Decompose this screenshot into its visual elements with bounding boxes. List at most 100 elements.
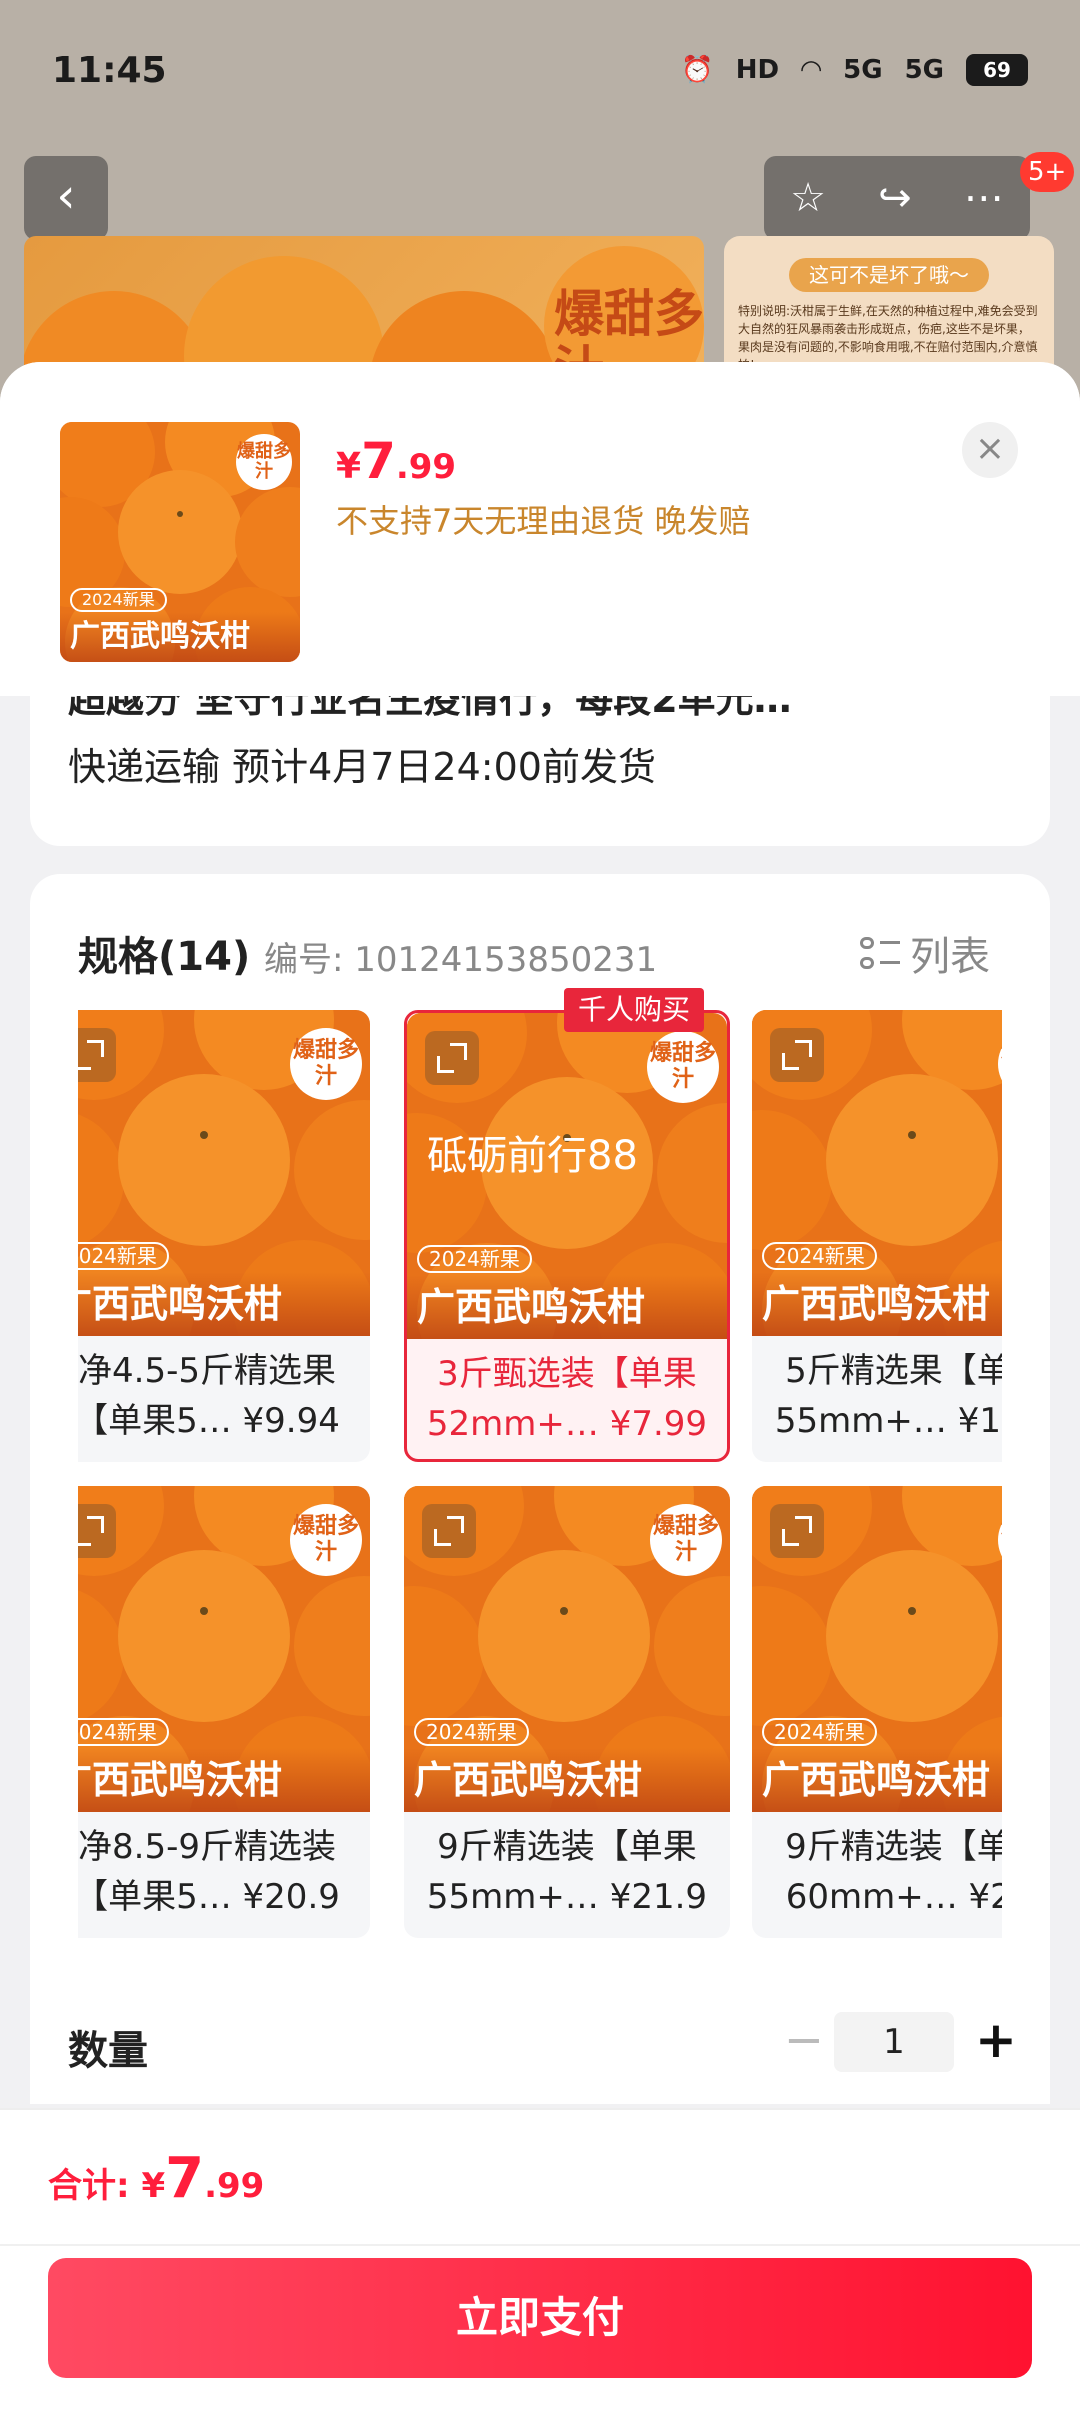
- thumbnail-title: 广西武鸣沃柑: [60, 612, 300, 662]
- tile-title: 广西武鸣沃柑: [78, 1748, 370, 1812]
- delivery-card: 超越分 坚守行业名生疫情行，每段2单元… 快递运输 预计4月7日24:00前发货: [30, 696, 1050, 846]
- expand-icon[interactable]: [422, 1504, 476, 1558]
- spec-tile[interactable]: 爆甜多汁 2024新果 广西武鸣沃柑 5斤精选果【单果 55mm+… ¥12.9: [752, 1010, 1002, 1462]
- list-icon: [860, 933, 900, 973]
- close-icon[interactable]: ×: [962, 422, 1018, 478]
- signal-5g-label-2: 5G: [904, 55, 944, 85]
- total-price: 合计: ¥7.99: [48, 2146, 264, 2211]
- tile-image: 爆甜多汁 2024新果 广西武鸣沃柑: [78, 1486, 370, 1812]
- spec-code: 编号: 10124153850231: [264, 940, 658, 980]
- total-currency: ¥: [141, 2166, 166, 2206]
- tile-year: 2024新果: [762, 1718, 877, 1746]
- signal-5g-label-1: 5G: [843, 55, 883, 85]
- tile-caption: 3斤甄选装【单果 52mm+… ¥7.99: [407, 1349, 727, 1449]
- tile-caption-line1: 净8.5-9斤精选装: [78, 1827, 336, 1867]
- message-count-badge: 5+: [1020, 152, 1075, 192]
- price-integer: 7: [361, 432, 396, 490]
- status-time: 11:45: [52, 49, 167, 91]
- footer-divider: [0, 2244, 1080, 2246]
- tile-caption-line2: 60mm+… ¥23.: [785, 1877, 1002, 1917]
- spec-tile-selected[interactable]: 爆甜多汁 2024新果 广西武鸣沃柑 砥砺前行88 3斤甄选装【单果 52mm+…: [404, 1010, 730, 1462]
- expand-icon[interactable]: [78, 1028, 116, 1082]
- expand-icon[interactable]: [78, 1504, 116, 1558]
- tile-tag: 爆甜多汁: [647, 1031, 719, 1103]
- popular-badge: 千人购买: [564, 988, 705, 1032]
- tile-caption: 5斤精选果【单果 55mm+… ¥12.9: [752, 1346, 1002, 1446]
- tile-title: 广西武鸣沃柑: [78, 1272, 370, 1336]
- tile-caption-line1: 9斤精选装【单果: [785, 1827, 1002, 1867]
- list-view-toggle[interactable]: 列表: [860, 924, 990, 982]
- tile-art: 爆甜多汁 2024新果 广西武鸣沃柑: [78, 1010, 370, 1336]
- spec-grid: 爆甜多汁 2024新果 广西武鸣沃柑 净4.5-5斤精选果 【单果5… ¥9.9…: [78, 1010, 1002, 1986]
- delivery-estimate: 快递运输 预计4月7日24:00前发货: [68, 745, 656, 789]
- total-integer: 7: [165, 2146, 205, 2211]
- tile-tag: 爆甜多汁: [290, 1504, 362, 1576]
- price-decimal: .99: [395, 447, 457, 487]
- tile-caption-line1: 净4.5-5斤精选果: [78, 1351, 336, 1391]
- tile-caption-line2: 52mm+… ¥7.99: [426, 1404, 708, 1444]
- tile-image: 爆甜多汁 2024新果 广西武鸣沃柑: [78, 1010, 370, 1336]
- expand-icon[interactable]: [770, 1028, 824, 1082]
- spec-title: 规格(14): [78, 934, 251, 980]
- tile-year: 2024新果: [78, 1242, 169, 1270]
- spec-tile[interactable]: 爆甜多汁 2024新果 广西武鸣沃柑 9斤精选装【单果 60mm+… ¥23.: [752, 1486, 1002, 1938]
- expand-icon[interactable]: [770, 1504, 824, 1558]
- tile-title: 广西武鸣沃柑: [752, 1272, 1002, 1336]
- spec-selection-sheet: 爆甜多汁 2024新果 广西武鸣沃柑 ¥7.99 不支持7天无理由退货 晚发赔 …: [0, 362, 1080, 2412]
- tile-year: 2024新果: [414, 1718, 529, 1746]
- delivery-cut-text: 超越分 坚守行业名生疫情行，每段2单元…: [68, 696, 792, 721]
- tile-title: 广西武鸣沃柑: [404, 1748, 730, 1812]
- tile-tag: 爆甜多汁: [650, 1504, 722, 1576]
- tile-title: 广西武鸣沃柑: [407, 1275, 727, 1339]
- tile-caption-line2: 【单果5… ¥20.9: [78, 1877, 340, 1917]
- thumbnail-art: 爆甜多汁 2024新果 广西武鸣沃柑: [60, 422, 300, 662]
- battery-icon: 69: [966, 54, 1028, 86]
- background-page: 11:45 ⏰ HD ◠ 5G 5G 69 ‹ ☆ ↪ ⋯ 5+ 爆甜多汁 这可…: [0, 0, 1080, 420]
- tile-caption-line2: 55mm+… ¥12.9: [774, 1401, 1002, 1441]
- total-decimal: .99: [204, 2166, 265, 2206]
- tile-year: 2024新果: [417, 1245, 532, 1273]
- tile-year: 2024新果: [78, 1718, 169, 1746]
- quantity-decrease-button[interactable]: −: [774, 2012, 834, 2072]
- spec-tile[interactable]: 爆甜多汁 2024新果 广西武鸣沃柑 净4.5-5斤精选果 【单果5… ¥9.9…: [78, 1010, 370, 1462]
- spec-tile[interactable]: 爆甜多汁 2024新果 广西武鸣沃柑 9斤精选装【单果 55mm+… ¥21.9: [404, 1486, 730, 1938]
- pay-now-button[interactable]: 立即支付: [48, 2258, 1032, 2378]
- top-action-group: ☆ ↪ ⋯: [764, 156, 1030, 240]
- thumbnail-tag: 爆甜多汁: [236, 434, 292, 490]
- spec-tile[interactable]: 爆甜多汁 2024新果 广西武鸣沃柑 净8.5-9斤精选装 【单果5… ¥20.…: [78, 1486, 370, 1938]
- sheet-header: 爆甜多汁 2024新果 广西武鸣沃柑 ¥7.99 不支持7天无理由退货 晚发赔 …: [0, 362, 1080, 696]
- checkout-footer: 合计: ¥7.99 立即支付: [0, 2108, 1080, 2412]
- status-icons: ⏰ HD ◠ 5G 5G 69: [681, 54, 1028, 86]
- expand-icon[interactable]: [425, 1031, 479, 1085]
- tile-title: 广西武鸣沃柑: [752, 1748, 1002, 1812]
- tile-caption: 净8.5-9斤精选装 【单果5… ¥20.9: [78, 1822, 370, 1922]
- total-label: 合计:: [48, 2166, 142, 2206]
- share-icon[interactable]: ↪: [878, 175, 912, 221]
- tile-caption: 9斤精选装【单果 60mm+… ¥23.: [752, 1822, 1002, 1922]
- tile-overlay-text: 砥砺前行88: [427, 1133, 638, 1179]
- status-bar: 11:45 ⏰ HD ◠ 5G 5G 69: [0, 0, 1080, 140]
- tile-year: 2024新果: [762, 1242, 877, 1270]
- quantity-increase-button[interactable]: +: [966, 2012, 1026, 2072]
- tile-caption: 9斤精选装【单果 55mm+… ¥21.9: [404, 1822, 730, 1922]
- star-icon[interactable]: ☆: [790, 175, 826, 221]
- quantity-label: 数量: [68, 2028, 148, 2074]
- tile-caption-line1: 3斤甄选装【单果: [437, 1354, 697, 1394]
- thumbnail-year: 2024新果: [70, 588, 167, 612]
- tile-caption: 净4.5-5斤精选果 【单果5… ¥9.94: [78, 1346, 370, 1446]
- wifi-icon: ◠: [801, 55, 822, 85]
- tile-caption-line2: 55mm+… ¥21.9: [426, 1877, 708, 1917]
- shipping-note: 不支持7天无理由退货 晚发赔: [336, 502, 751, 540]
- notice-title: 这可不是坏了哦～: [789, 258, 989, 292]
- tile-caption-line1: 5斤精选果【单果: [785, 1351, 1002, 1391]
- price-currency: ¥: [336, 446, 362, 487]
- alarm-icon: ⏰: [681, 55, 714, 85]
- list-view-label: 列表: [910, 934, 990, 980]
- sheet-price: ¥7.99: [336, 432, 456, 490]
- back-icon[interactable]: ‹: [24, 156, 108, 240]
- quantity-input[interactable]: 1: [834, 2012, 954, 2072]
- tile-tag: 爆甜多汁: [290, 1028, 362, 1100]
- product-thumbnail[interactable]: 爆甜多汁 2024新果 广西武鸣沃柑: [60, 422, 300, 662]
- quantity-row: 数量 − 1 +: [30, 2002, 1050, 2082]
- more-icon[interactable]: ⋯: [964, 175, 1004, 221]
